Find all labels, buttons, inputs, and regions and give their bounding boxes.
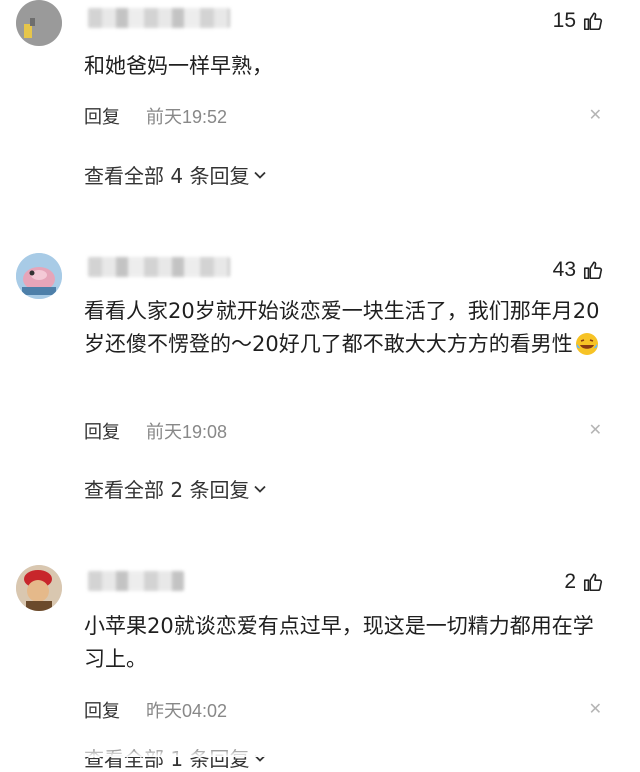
laughing-crying-emoji <box>575 333 598 355</box>
comment-text: 和她爸妈一样早熟， <box>84 54 273 78</box>
close-icon[interactable]: ✕ <box>589 420 602 439</box>
view-all-replies[interactable]: 查看全部 2 条回复 <box>84 474 267 503</box>
avatar[interactable] <box>16 253 62 299</box>
comment-item: 2 小苹果20就谈恋爱有点过早，现这是一切精力都用在学习上。 回复 昨天04:0… <box>0 563 640 771</box>
username-blurred[interactable] <box>88 257 230 277</box>
avatar[interactable] <box>16 0 62 46</box>
comment-text: 小苹果20就谈恋爱有点过早，现这是一切精力都用在学习上。 <box>84 614 594 671</box>
username-blurred[interactable] <box>88 571 184 591</box>
comment-item: 15 和她爸妈一样早熟， 回复 前天19:52 ✕ 查看全部 4 条回复 <box>0 0 640 200</box>
close-icon[interactable]: ✕ <box>589 699 602 718</box>
timestamp: 前天19:52 <box>146 107 228 127</box>
comment-meta: 回复 前天19:08 <box>84 418 227 444</box>
chevron-down-icon <box>254 485 267 493</box>
close-icon[interactable]: ✕ <box>589 105 602 124</box>
username-blurred[interactable] <box>88 8 230 28</box>
like-button[interactable]: 2 <box>564 570 604 594</box>
comment-meta: 回复 昨天04:02 <box>84 697 227 723</box>
reply-button[interactable]: 回复 <box>84 418 120 444</box>
timestamp: 前天19:08 <box>146 422 228 442</box>
view-all-replies-label: 查看全部 4 条回复 <box>84 164 250 188</box>
thumbs-up-icon <box>583 261 603 280</box>
thumbs-up-icon <box>583 573 603 592</box>
like-count: 15 <box>552 9 576 32</box>
comment-text-body: 看看人家20岁就开始谈恋爱一块生活了，我们那年月20岁还傻不愣登的～20好几了都… <box>84 299 600 356</box>
view-all-replies-label: 查看全部 2 条回复 <box>84 478 250 502</box>
like-button[interactable]: 43 <box>553 258 604 282</box>
chevron-down-icon <box>254 171 267 179</box>
like-button[interactable]: 15 <box>553 9 604 33</box>
view-all-replies[interactable]: 查看全部 4 条回复 <box>84 160 267 189</box>
bottom-fade <box>0 743 640 757</box>
reply-button[interactable]: 回复 <box>84 697 120 723</box>
like-count: 2 <box>564 570 576 593</box>
comment-text: 看看人家20岁就开始谈恋爱一块生活了，我们那年月20岁还傻不愣登的～20好几了都… <box>84 295 609 361</box>
avatar[interactable] <box>16 565 62 611</box>
thumbs-up-icon <box>583 12 603 31</box>
reply-button[interactable]: 回复 <box>84 103 120 129</box>
comment-meta: 回复 前天19:52 <box>84 103 227 129</box>
timestamp: 昨天04:02 <box>146 701 228 721</box>
comment-item: 43 看看人家20岁就开始谈恋爱一块生活了，我们那年月20岁还傻不愣登的～20好… <box>0 250 640 510</box>
like-count: 43 <box>552 258 576 281</box>
